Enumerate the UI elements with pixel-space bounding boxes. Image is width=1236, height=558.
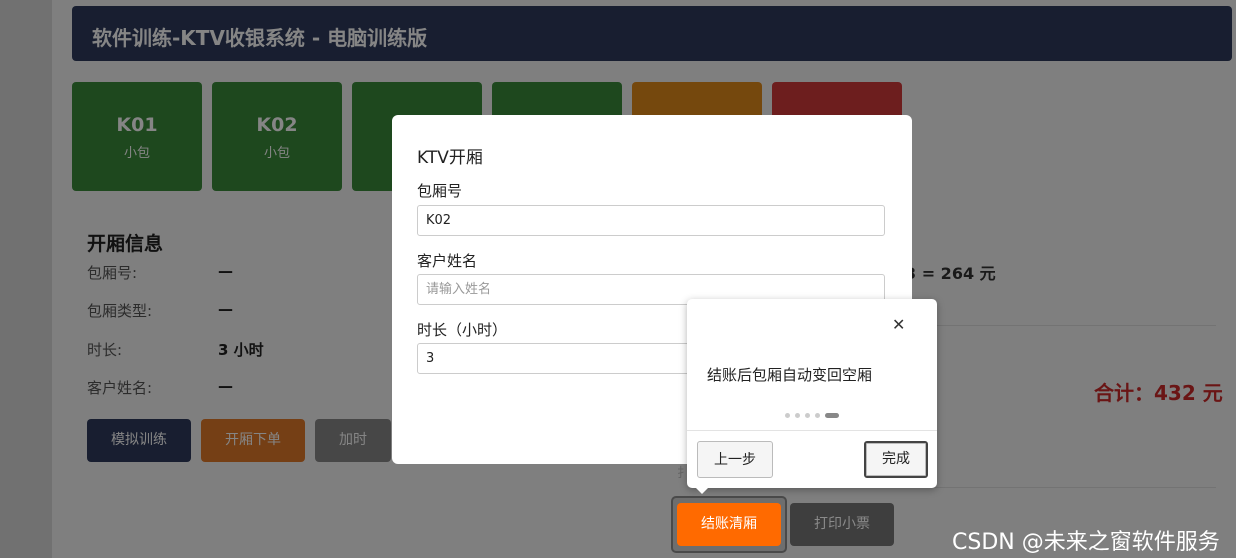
- print-receipt-button[interactable]: 打印小票: [790, 503, 894, 546]
- step-dot: [795, 413, 800, 418]
- done-button[interactable]: 完成: [864, 441, 928, 478]
- tour-popover: ✕ 结账后包厢自动变回空厢 上一步 完成: [687, 299, 937, 488]
- room-number-field-label: 包厢号: [417, 182, 463, 200]
- close-icon[interactable]: ✕: [892, 315, 905, 334]
- previous-step-button[interactable]: 上一步: [697, 441, 773, 478]
- customer-name-field-label: 客户姓名: [417, 252, 478, 270]
- watermark: CSDN @未来之窗软件服务: [952, 530, 1220, 555]
- room-number-field[interactable]: [417, 205, 885, 236]
- step-dot-active: [825, 413, 839, 418]
- tour-popover-arrow: [694, 486, 710, 494]
- step-dot: [815, 413, 820, 418]
- step-dot: [785, 413, 790, 418]
- step-dot: [805, 413, 810, 418]
- duration-field-label: 时长（小时）: [417, 321, 508, 339]
- tour-text: 结账后包厢自动变回空厢: [707, 366, 873, 384]
- checkout-clear-button[interactable]: 结账清厢: [677, 503, 781, 546]
- dialog-title: KTV开厢: [417, 148, 483, 168]
- divider: [687, 430, 937, 431]
